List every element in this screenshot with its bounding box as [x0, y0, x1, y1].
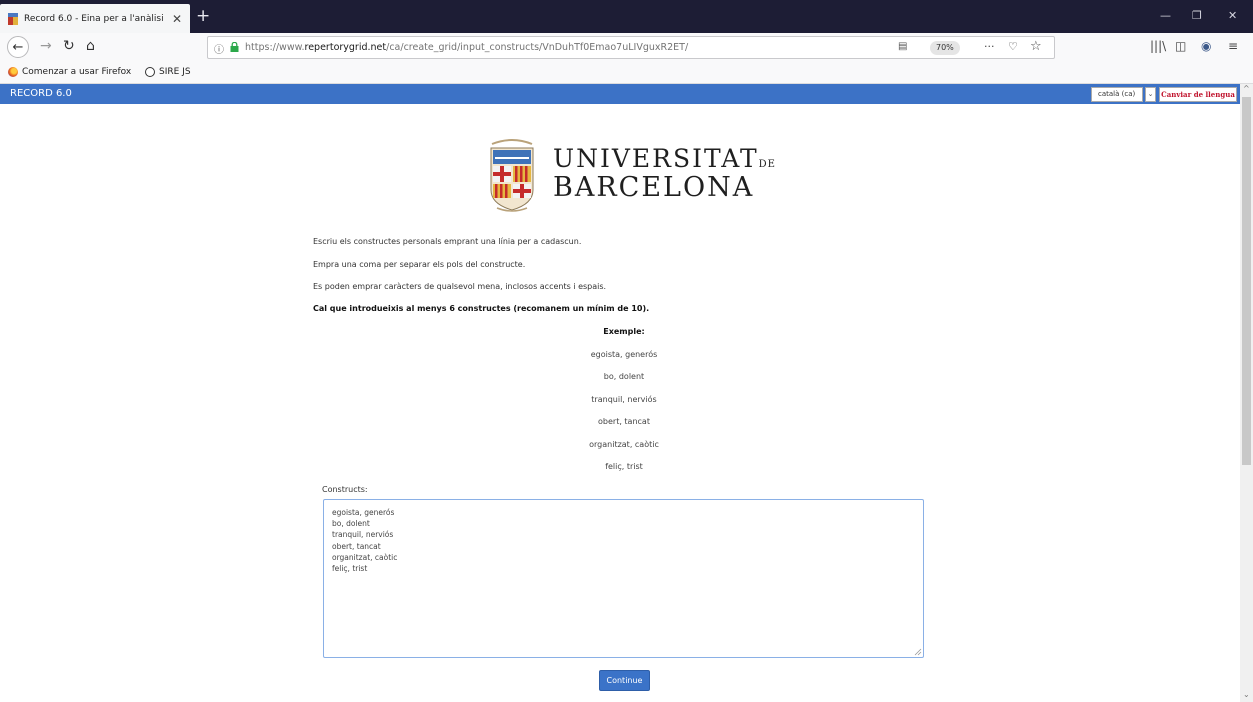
back-button[interactable]: ←	[7, 36, 29, 58]
bookmark-sire-js[interactable]: SIRE JS	[145, 67, 191, 77]
bookmarks-toolbar: Comenzar a usar Firefox SIRE JS	[0, 62, 1253, 84]
minimize-button[interactable]: —	[1160, 9, 1171, 22]
example-item: egoista, generós	[590, 350, 658, 359]
instruction-text: Empra una coma per separar els pols del …	[313, 260, 526, 269]
tab-close-icon[interactable]: ✕	[172, 12, 182, 26]
forward-button[interactable]: →	[40, 38, 52, 54]
tab-strip: Record 6.0 - Eina per a l'anàlisi ✕ + — …	[0, 0, 1253, 33]
language-select[interactable]: català (ca)	[1091, 87, 1143, 102]
library-icon[interactable]: |||\	[1150, 39, 1166, 53]
reader-view-icon[interactable]: ▤	[898, 41, 907, 52]
scroll-down-icon[interactable]: ⌄	[1243, 690, 1250, 699]
bookmark-firefox[interactable]: Comenzar a usar Firefox	[8, 67, 131, 77]
restore-button[interactable]: ❐	[1192, 9, 1202, 22]
scroll-up-icon[interactable]: ^	[1243, 84, 1250, 93]
example-item: feliç, trist	[605, 462, 643, 471]
instruction-required: Cal que introdueixis al menys 6 construc…	[313, 304, 650, 313]
site-header-bar: RECORD 6.0 català (ca) ⌄ Canviar de llen…	[0, 84, 1240, 104]
page-actions-icon[interactable]: ···	[984, 40, 995, 53]
info-icon[interactable]: ⓘ	[214, 41, 224, 56]
site-brand[interactable]: RECORD 6.0	[10, 88, 72, 99]
home-button[interactable]: ⌂	[86, 38, 95, 54]
logo-line-2: BARCELONA	[553, 172, 755, 203]
bookmark-star-icon[interactable]: ☆	[1030, 39, 1042, 54]
continue-button[interactable]: Continue	[599, 670, 650, 691]
bookmark-label: SIRE JS	[159, 67, 191, 77]
change-language-button[interactable]: Canviar de llengua	[1159, 87, 1237, 102]
logo-line-1: UNIVERSITATDE	[553, 144, 776, 173]
example-heading: Exemple:	[603, 327, 645, 336]
firefox-icon	[8, 67, 18, 77]
bookmark-label: Comenzar a usar Firefox	[22, 67, 132, 77]
ub-favicon-icon	[8, 12, 18, 25]
tab-title: Record 6.0 - Eina per a l'anàlisi	[24, 13, 164, 24]
lock-icon	[230, 42, 239, 52]
zoom-level-badge[interactable]: 70%	[930, 41, 960, 55]
url-text[interactable]: https://www.repertorygrid.net/ca/create_…	[245, 42, 688, 53]
example-item: obert, tancat	[598, 417, 650, 426]
example-item: bo, dolent	[603, 372, 645, 381]
navigation-bar: ← → ↻ ⌂ ⓘ https://www.repertorygrid.net/…	[0, 33, 1253, 62]
example-item: tranquil, nerviós	[591, 395, 657, 404]
new-tab-button[interactable]: +	[196, 6, 210, 26]
globe-icon	[145, 67, 155, 77]
scrollbar-thumb[interactable]	[1242, 97, 1251, 465]
sidebar-icon[interactable]: ◫	[1175, 39, 1186, 53]
window-close-button[interactable]: ✕	[1228, 9, 1237, 22]
chevron-down-icon[interactable]: ⌄	[1145, 87, 1156, 102]
reload-button[interactable]: ↻	[63, 38, 75, 54]
constructs-label: Constructs:	[322, 485, 368, 494]
extension-icon[interactable]: ◉	[1201, 39, 1211, 53]
back-arrow-icon: ←	[12, 39, 24, 55]
example-item: organitzat, caòtic	[589, 440, 659, 449]
menu-icon[interactable]: ≡	[1228, 39, 1238, 53]
browser-tab[interactable]: Record 6.0 - Eina per a l'anàlisi ✕	[0, 4, 190, 33]
pocket-icon[interactable]: ♡	[1008, 40, 1018, 53]
instruction-text: Es poden emprar caràcters de qualsevol m…	[313, 282, 607, 291]
address-bar[interactable]: ⓘ https://www.repertorygrid.net/ca/creat…	[207, 36, 1055, 59]
resize-handle-icon[interactable]	[914, 648, 922, 656]
instruction-text: Escriu els constructes personals emprant…	[313, 237, 582, 246]
constructs-textarea[interactable]	[323, 499, 924, 658]
university-shield-logo	[490, 139, 534, 212]
